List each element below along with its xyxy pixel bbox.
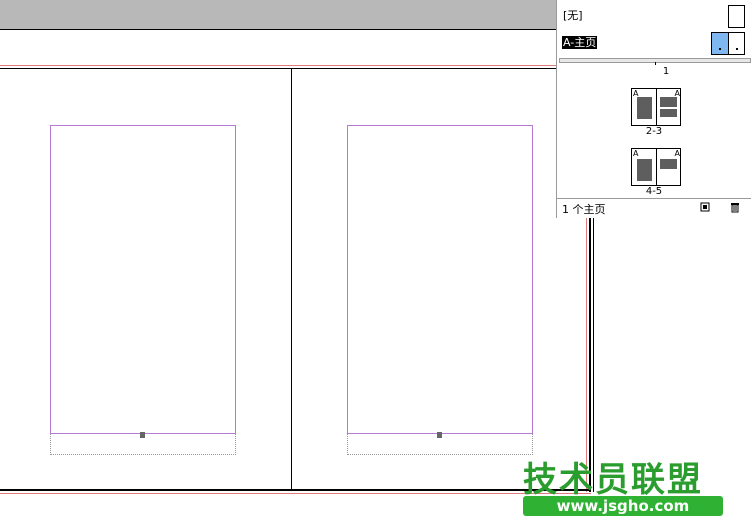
- document-title-bar: [0, 0, 556, 29]
- page-5-thumbnail[interactable]: A: [656, 149, 681, 185]
- spread-2-3-thumbnail[interactable]: A A: [631, 88, 681, 126]
- watermark-title: 技术员联盟: [523, 460, 703, 500]
- master-none-label: [无]: [563, 9, 583, 22]
- page1-tick: [655, 62, 656, 65]
- page-bottom-edge-dark: [0, 489, 591, 491]
- left-page-marker: [140, 432, 145, 438]
- master-none-thumbnail[interactable]: [728, 5, 745, 28]
- page-4-thumbnail[interactable]: A: [632, 149, 656, 185]
- page-right-edge-dark: [589, 217, 591, 492]
- master-count-text: 1 个主页: [562, 203, 606, 216]
- watermark-logo: 技术员联盟 www.jsgho.com: [515, 452, 745, 518]
- page-bottom-edge: [0, 493, 591, 494]
- spread-2-3-label: 2-3: [645, 126, 663, 137]
- watermark-url: www.jsgho.com: [523, 496, 723, 516]
- pasteboard-edge: [593, 217, 594, 492]
- page-right-edge: [586, 217, 587, 492]
- master-a-thumbnail[interactable]: [711, 32, 745, 55]
- left-page-margin-guide: [50, 125, 236, 434]
- new-page-icon[interactable]: [699, 202, 710, 213]
- spread-4-5-label: 4-5: [645, 186, 663, 197]
- pages-panel[interactable]: [无] A-主页 1 A A 2-3 A A 4-5 1 个主页: [556, 0, 751, 218]
- trash-icon[interactable]: [729, 202, 740, 213]
- pages-panel-footer: 1 个主页: [557, 198, 751, 218]
- right-page-margin-guide: [347, 125, 533, 434]
- page-2-thumbnail[interactable]: A: [632, 89, 656, 125]
- right-page-marker: [437, 432, 442, 438]
- page-top-edge-dark: [0, 68, 590, 69]
- spread-1-label: 1: [662, 66, 670, 77]
- page-3-thumbnail[interactable]: A: [656, 89, 681, 125]
- master-none-row[interactable]: [无]: [557, 5, 751, 28]
- master-a-label: A-主页: [562, 36, 598, 49]
- master-a-row[interactable]: A-主页: [557, 32, 751, 55]
- spread-spine: [291, 68, 292, 490]
- spread-4-5-thumbnail[interactable]: A A: [631, 148, 681, 186]
- page-top-edge: [0, 65, 590, 66]
- document-top-area: [0, 29, 556, 66]
